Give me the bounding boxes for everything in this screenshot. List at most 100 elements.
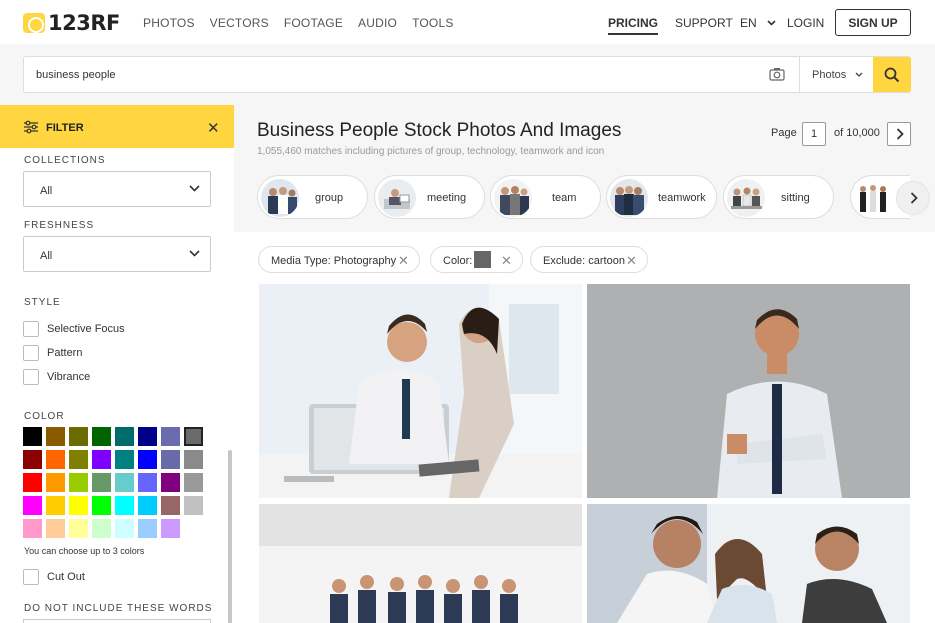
- search-area: business people Photos: [0, 44, 935, 105]
- checkbox-selective-focus[interactable]: [23, 321, 39, 337]
- result-photo[interactable]: [259, 284, 582, 498]
- color-swatch[interactable]: [69, 450, 88, 469]
- color-swatch[interactable]: [69, 473, 88, 492]
- collections-label: COLLECTIONS: [24, 155, 106, 166]
- tag-label: Exclude: cartoon: [543, 255, 625, 267]
- color-swatch[interactable]: [46, 519, 65, 538]
- chip-label: sitting: [781, 192, 810, 204]
- color-swatch[interactable]: [184, 519, 203, 538]
- color-swatch[interactable]: [138, 450, 157, 469]
- remove-tag-icon[interactable]: ✕: [501, 253, 512, 269]
- color-swatch[interactable]: [138, 496, 157, 515]
- color-swatch[interactable]: [92, 427, 111, 446]
- chip-thumbnail: [854, 179, 892, 217]
- photo-business-team-group: [259, 504, 582, 623]
- color-swatch[interactable]: [115, 427, 134, 446]
- color-swatch[interactable]: [92, 519, 111, 538]
- chip-thumbnail: [494, 179, 532, 217]
- color-swatch[interactable]: [184, 496, 203, 515]
- nav-vectors[interactable]: VECTORS: [210, 16, 269, 30]
- color-swatch[interactable]: [92, 496, 111, 515]
- exclude-words-label: DO NOT INCLUDE THESE WORDS: [24, 603, 213, 614]
- color-swatch[interactable]: [46, 450, 65, 469]
- login-link[interactable]: LOGIN: [787, 16, 824, 30]
- related-chip-group[interactable]: group: [257, 175, 368, 219]
- collections-value: All: [40, 185, 53, 197]
- checkbox-pattern[interactable]: [23, 345, 39, 361]
- color-swatch[interactable]: [69, 427, 88, 446]
- color-swatch[interactable]: [115, 473, 134, 492]
- nav-tools[interactable]: TOOLS: [412, 16, 453, 30]
- remove-tag-icon[interactable]: ✕: [626, 253, 637, 269]
- sidebar-scrollbar[interactable]: [228, 450, 232, 623]
- color-swatch[interactable]: [92, 450, 111, 469]
- color-swatch[interactable]: [161, 427, 180, 446]
- color-swatch[interactable]: [69, 496, 88, 515]
- color-swatch[interactable]: [46, 496, 65, 515]
- related-next-button[interactable]: [896, 181, 930, 215]
- result-photo[interactable]: [587, 504, 910, 623]
- search-icon: [884, 67, 900, 83]
- color-swatch[interactable]: [92, 473, 111, 492]
- checkbox-cut-out[interactable]: [23, 569, 39, 585]
- color-swatch[interactable]: [23, 519, 42, 538]
- color-swatch[interactable]: [138, 519, 157, 538]
- color-swatch[interactable]: [184, 473, 203, 492]
- color-swatch[interactable]: [115, 519, 134, 538]
- related-chip-teamwork[interactable]: teamwork: [606, 175, 717, 219]
- collections-select[interactable]: All: [23, 171, 211, 207]
- nav-footage[interactable]: FOOTAGE: [284, 16, 343, 30]
- color-swatch[interactable]: [161, 450, 180, 469]
- color-swatch[interactable]: [115, 496, 134, 515]
- color-swatch[interactable]: [184, 427, 203, 446]
- next-page-button[interactable]: [887, 122, 911, 146]
- result-photo[interactable]: [587, 284, 910, 498]
- exclude-words-input[interactable]: [23, 619, 211, 623]
- nav-pricing[interactable]: PRICING: [608, 16, 659, 35]
- color-swatch[interactable]: [46, 427, 65, 446]
- camera-icon[interactable]: [769, 67, 785, 81]
- page-label: Page: [771, 127, 797, 139]
- nav-audio[interactable]: AUDIO: [358, 16, 397, 30]
- color-swatch[interactable]: [23, 496, 42, 515]
- selected-color-swatch: [474, 251, 491, 268]
- search-type-select[interactable]: Photos: [812, 69, 863, 81]
- color-swatch[interactable]: [184, 450, 203, 469]
- signup-button[interactable]: SIGN UP: [835, 9, 911, 36]
- search-input[interactable]: business people: [36, 69, 116, 81]
- color-swatch[interactable]: [23, 427, 42, 446]
- freshness-select[interactable]: All: [23, 236, 211, 272]
- logo[interactable]: 123RF: [23, 11, 120, 35]
- related-chip-meeting[interactable]: meeting: [374, 175, 485, 219]
- checkbox-vibrance[interactable]: [23, 369, 39, 385]
- results-subtitle: 1,055,460 matches including pictures of …: [257, 146, 605, 157]
- color-swatch[interactable]: [138, 473, 157, 492]
- page-input[interactable]: 1: [802, 122, 826, 146]
- chip-thumbnail: [261, 179, 299, 217]
- related-chip-sitting[interactable]: sitting: [723, 175, 834, 219]
- color-swatch[interactable]: [161, 519, 180, 538]
- related-chip-team[interactable]: team: [490, 175, 601, 219]
- chip-label: meeting: [427, 192, 467, 204]
- language-selector[interactable]: EN: [740, 16, 776, 30]
- filter-sidebar: FILTER ✕ COLLECTIONS All FRESHNESS All S…: [0, 105, 234, 623]
- close-icon[interactable]: ✕: [207, 119, 220, 137]
- remove-tag-icon[interactable]: ✕: [398, 253, 409, 269]
- nav-support[interactable]: SUPPORT: [675, 16, 733, 30]
- freshness-value: All: [40, 250, 53, 262]
- color-swatch[interactable]: [161, 496, 180, 515]
- search-button[interactable]: [873, 57, 911, 92]
- page-total: of 10,000: [834, 127, 880, 139]
- color-swatches: [23, 427, 203, 538]
- color-swatch[interactable]: [161, 473, 180, 492]
- color-swatch[interactable]: [69, 519, 88, 538]
- color-swatch[interactable]: [23, 473, 42, 492]
- style-label: STYLE: [24, 297, 61, 308]
- result-photo[interactable]: [259, 504, 582, 623]
- color-swatch[interactable]: [46, 473, 65, 492]
- nav-photos[interactable]: PHOTOS: [143, 16, 195, 30]
- color-swatch[interactable]: [138, 427, 157, 446]
- tag-label: Color:: [443, 255, 473, 267]
- color-swatch[interactable]: [115, 450, 134, 469]
- color-swatch[interactable]: [23, 450, 42, 469]
